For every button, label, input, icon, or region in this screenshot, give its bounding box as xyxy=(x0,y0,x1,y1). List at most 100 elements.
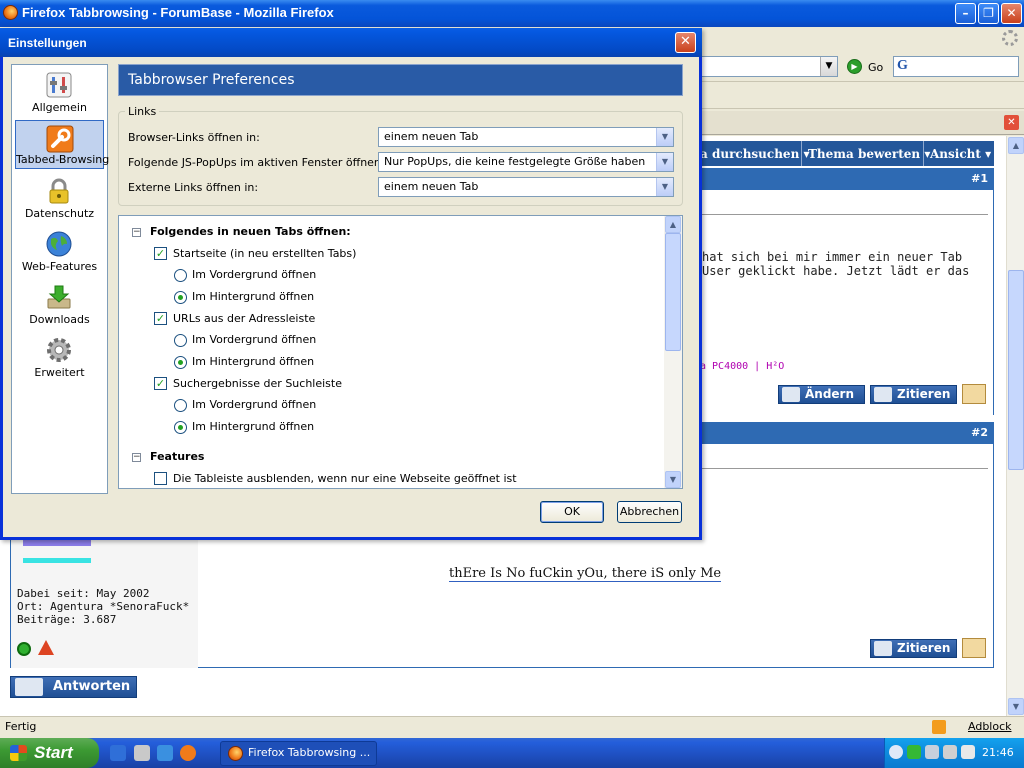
post-number[interactable]: #1 xyxy=(971,172,988,185)
category-label: Downloads xyxy=(29,313,90,326)
searchbar-background-radio[interactable] xyxy=(174,421,187,434)
page-scrollbar[interactable]: ▲ ▼ xyxy=(1006,136,1024,716)
urlbar-option-label: URLs aus der Adressleiste xyxy=(173,312,316,325)
divider xyxy=(700,214,988,215)
external-links-label: Externe Links öffnen in: xyxy=(128,181,259,194)
scroll-down-icon[interactable]: ▼ xyxy=(1008,698,1024,715)
quote-post-label: Zitieren xyxy=(897,387,951,401)
urlbar-background-label: Im Hintergrund öffnen xyxy=(192,355,315,368)
category-web-features[interactable]: Web-Features xyxy=(15,226,104,275)
js-popups-select[interactable]: Nur PopUps, die keine festgelegte Größe … xyxy=(378,152,674,172)
homepage-background-radio[interactable] xyxy=(174,291,187,304)
thread-search-menu[interactable]: a durchsuchen ▾ xyxy=(700,147,810,161)
scroll-thumb[interactable] xyxy=(665,233,681,351)
search-input[interactable] xyxy=(893,56,1019,77)
padlock-icon xyxy=(49,178,69,204)
reply-button[interactable]: Antworten xyxy=(10,676,137,698)
network-icon[interactable] xyxy=(925,745,939,759)
post-signature: thEre Is No fuCkin yOu, there iS only Me xyxy=(449,566,722,582)
category-advanced[interactable]: Erweitert xyxy=(15,332,104,381)
browser-links-label: Browser-Links öffnen in: xyxy=(128,131,260,144)
firefox-title-bar: Firefox Tabbrowsing - ForumBase - Mozill… xyxy=(0,0,1024,27)
scroll-thumb[interactable] xyxy=(1008,270,1024,470)
browser-links-value: einem neuen Tab xyxy=(384,130,479,143)
dialog-close-button[interactable]: ✕ xyxy=(675,32,696,53)
firefox-quicklaunch-icon[interactable] xyxy=(180,745,196,761)
download-icon xyxy=(47,285,71,309)
post-header: #2 xyxy=(700,422,994,444)
search-engine-icon[interactable]: G xyxy=(897,58,908,74)
quick-edit-icon[interactable] xyxy=(962,638,986,658)
quick-edit-icon[interactable] xyxy=(962,384,986,404)
js-popups-label: Folgende JS-PopUps im aktiven Fenster öf… xyxy=(128,156,385,169)
searchbar-checkbox[interactable]: ✓ xyxy=(154,377,167,390)
category-tabbed-browsing[interactable]: Tabbed-Browsing xyxy=(15,120,109,169)
reply-icon xyxy=(15,678,43,696)
taskbar-item-firefox[interactable]: Firefox Tabbrowsing ... xyxy=(220,741,377,766)
general-settings-icon xyxy=(46,72,72,98)
close-tab-icon[interactable]: ✕ xyxy=(1004,115,1019,130)
scroll-up-icon[interactable]: ▲ xyxy=(1008,137,1024,154)
desktop-quicklaunch-icon[interactable] xyxy=(134,745,150,761)
rss-icon[interactable] xyxy=(932,720,946,734)
scroll-up-icon[interactable]: ▲ xyxy=(665,216,681,233)
post-body xyxy=(700,190,994,415)
user-location: Ort: Agentura *SenoraFuck* xyxy=(17,600,190,613)
post-count: Beiträge: 3.687 xyxy=(17,613,117,626)
toolbar-separator xyxy=(923,141,924,166)
cancel-button[interactable]: Abbrechen xyxy=(617,501,682,523)
homepage-option-label: Startseite (in neu erstellten Tabs) xyxy=(173,247,357,260)
category-general[interactable]: Allgemein xyxy=(15,67,104,116)
category-downloads[interactable]: Downloads xyxy=(15,279,104,328)
adblock-link[interactable]: Adblock xyxy=(968,720,1012,733)
maximize-button[interactable]: ❐ xyxy=(978,3,999,24)
firefox-logo-icon xyxy=(3,5,18,20)
urlbar-foreground-radio[interactable] xyxy=(174,334,187,347)
volume-icon[interactable] xyxy=(961,745,975,759)
media-quicklaunch-icon[interactable] xyxy=(157,745,173,761)
category-privacy[interactable]: Datenschutz xyxy=(15,173,104,222)
dialog-title: Einstellungen xyxy=(8,36,87,50)
minimize-button[interactable]: – xyxy=(955,3,976,24)
tray-arrow-icon[interactable] xyxy=(889,745,903,759)
post-header: #1 xyxy=(700,168,994,190)
pane-header: Tabbrowser Preferences xyxy=(118,64,683,96)
browser-links-select[interactable]: einem neuen Tab ▼ xyxy=(378,127,674,147)
go-arrow-icon[interactable]: ▶ xyxy=(847,59,862,74)
searchbar-option-label: Suchergebnisse der Suchleiste xyxy=(173,377,342,390)
urlbar-checkbox[interactable]: ✓ xyxy=(154,312,167,325)
urlbar-background-radio[interactable] xyxy=(174,356,187,369)
ie-quicklaunch-icon[interactable] xyxy=(110,745,126,761)
report-warning-icon[interactable] xyxy=(38,640,54,655)
homepage-checkbox[interactable]: ✓ xyxy=(154,247,167,260)
tray-device-icon[interactable] xyxy=(943,745,957,759)
collapse-toggle-icon[interactable]: − xyxy=(132,228,141,237)
url-input[interactable] xyxy=(700,56,838,77)
scroll-down-icon[interactable]: ▼ xyxy=(665,471,681,488)
toolbar-separator xyxy=(801,141,802,166)
searchbar-foreground-radio[interactable] xyxy=(174,399,187,412)
hide-tabbar-checkbox[interactable]: ✓ xyxy=(154,472,167,485)
windows-logo-icon xyxy=(10,745,27,761)
url-dropdown-button[interactable]: ▼ xyxy=(820,57,837,76)
chevron-down-icon[interactable]: ▼ xyxy=(656,178,673,196)
status-text: Fertig xyxy=(5,720,37,733)
edit-post-button[interactable]: Ändern xyxy=(778,385,865,404)
options-scrollbar[interactable]: ▲ ▼ xyxy=(664,216,682,488)
chevron-down-icon[interactable]: ▼ xyxy=(656,153,673,171)
post-number[interactable]: #2 xyxy=(971,426,988,439)
go-button-label[interactable]: Go xyxy=(868,61,883,74)
collapse-toggle-icon[interactable]: − xyxy=(132,453,141,462)
external-links-select[interactable]: einem neuen Tab ▼ xyxy=(378,177,674,197)
rate-thread-menu[interactable]: Thema bewerten ▾ xyxy=(808,147,930,161)
quote-post-button[interactable]: Zitieren xyxy=(870,385,957,404)
ok-button[interactable]: OK xyxy=(540,501,604,523)
tray-app-icon[interactable] xyxy=(907,745,921,759)
homepage-foreground-radio[interactable] xyxy=(174,269,187,282)
pane-title: Tabbrowser Preferences xyxy=(128,72,295,88)
quote-post-button[interactable]: Zitieren xyxy=(870,639,957,658)
window-title: Firefox Tabbrowsing - ForumBase - Mozill… xyxy=(22,5,334,20)
chevron-down-icon[interactable]: ▼ xyxy=(656,128,673,146)
close-button[interactable]: ✕ xyxy=(1001,3,1022,24)
view-menu[interactable]: Ansicht ▾ xyxy=(930,147,991,161)
